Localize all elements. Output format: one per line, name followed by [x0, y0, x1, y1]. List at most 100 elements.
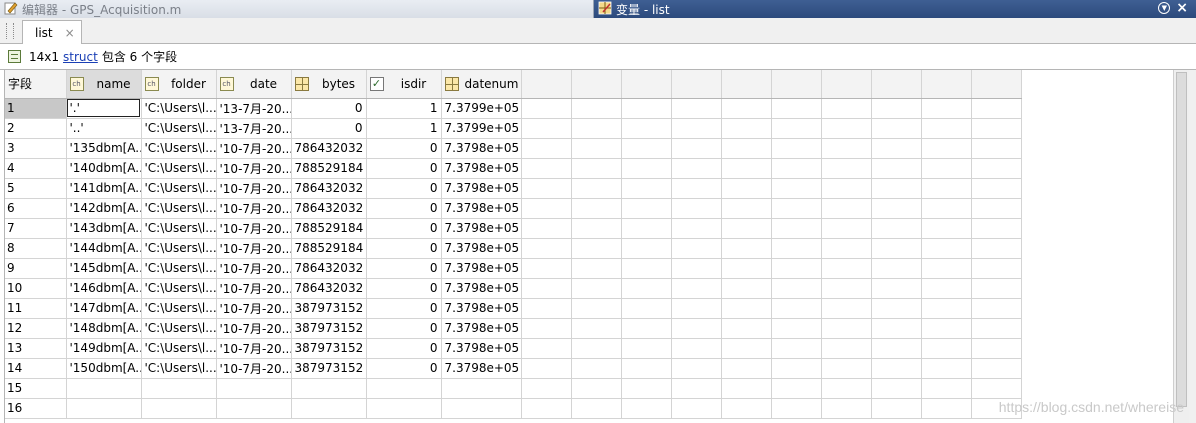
cell-name[interactable]: '147dbm[A...	[66, 298, 142, 319]
cell-empty[interactable]	[671, 318, 722, 339]
cell-empty[interactable]	[871, 258, 922, 279]
cell-empty[interactable]	[521, 238, 572, 259]
cell-empty[interactable]	[521, 278, 572, 299]
row-index[interactable]: 5	[5, 178, 67, 199]
cell-datenum[interactable]: 7.3798e+05	[441, 338, 522, 359]
cell-empty[interactable]	[671, 238, 722, 259]
cell-empty[interactable]	[571, 118, 622, 139]
cell-empty[interactable]	[571, 338, 622, 359]
cell-empty[interactable]	[971, 198, 1022, 219]
row-index[interactable]: 16	[5, 398, 67, 419]
cell-datenum[interactable]	[441, 398, 522, 419]
drag-grip-icon[interactable]	[6, 23, 14, 39]
cell-folder[interactable]: 'C:\Users\l...	[141, 278, 217, 299]
cell-empty[interactable]	[921, 378, 972, 399]
scrollbar-thumb[interactable]	[1176, 72, 1187, 407]
tab-close-icon[interactable]: ×	[65, 26, 75, 40]
cell-empty[interactable]	[921, 178, 972, 199]
cell-empty[interactable]	[671, 278, 722, 299]
cell-empty[interactable]	[521, 158, 572, 179]
cell-empty[interactable]	[821, 258, 872, 279]
cell-date[interactable]: '10-7月-20...	[216, 338, 292, 359]
column-header-isdir[interactable]: ✓ isdir	[366, 70, 442, 99]
cell-empty[interactable]	[821, 278, 872, 299]
row-index[interactable]: 3	[5, 138, 67, 159]
cell-date[interactable]: '13-7月-20...	[216, 118, 292, 139]
cell-empty[interactable]	[571, 238, 622, 259]
cell-empty[interactable]	[571, 218, 622, 239]
cell-name[interactable]: '145dbm[A...	[66, 258, 142, 279]
cell-name[interactable]: '141dbm[A...	[66, 178, 142, 199]
cell-name[interactable]: '142dbm[A...	[66, 198, 142, 219]
cell-empty[interactable]	[821, 178, 872, 199]
cell-empty[interactable]	[621, 258, 672, 279]
panel-menu-icon[interactable]: ▼	[1158, 2, 1171, 14]
cell-folder[interactable]: 'C:\Users\l...	[141, 158, 217, 179]
cell-empty[interactable]	[821, 298, 872, 319]
cell-empty[interactable]	[971, 278, 1022, 299]
cell-empty[interactable]	[721, 198, 772, 219]
row-index[interactable]: 8	[5, 238, 67, 259]
cell-empty[interactable]	[571, 98, 622, 119]
cell-empty[interactable]	[521, 258, 572, 279]
cell-empty[interactable]	[821, 218, 872, 239]
cell-folder[interactable]: 'C:\Users\l...	[141, 198, 217, 219]
cell-empty[interactable]	[921, 358, 972, 379]
editor-title-bar[interactable]: 编辑器 - GPS_Acquisition.m	[0, 0, 594, 18]
close-icon[interactable]: ×	[1176, 1, 1188, 15]
cell-date[interactable]: '13-7月-20...	[216, 98, 292, 119]
table-row[interactable]: 4'140dbm[A... 'C:\Users\l... '10-7月-20... 7…	[5, 158, 1022, 179]
cell-empty[interactable]	[571, 358, 622, 379]
cell-empty[interactable]	[971, 158, 1022, 179]
cell-empty[interactable]	[821, 198, 872, 219]
cell-empty[interactable]	[521, 218, 572, 239]
cell-isdir[interactable]: 0	[366, 358, 442, 379]
cell-name[interactable]: '140dbm[A...	[66, 158, 142, 179]
cell-datenum[interactable]: 7.3798e+05	[441, 358, 522, 379]
cell-empty[interactable]	[821, 238, 872, 259]
cell-bytes[interactable]: 387973152	[291, 318, 367, 339]
cell-folder[interactable]: 'C:\Users\l...	[141, 338, 217, 359]
table-row[interactable]: 9'145dbm[A... 'C:\Users\l... '10-7月-20... 7…	[5, 258, 1022, 279]
tab-list[interactable]: list ×	[22, 20, 82, 44]
cell-empty[interactable]	[821, 358, 872, 379]
cell-empty[interactable]	[871, 358, 922, 379]
cell-empty[interactable]	[871, 138, 922, 159]
column-header-date[interactable]: ch date	[216, 70, 292, 99]
table-row[interactable]: 14'150dbm[A... 'C:\Users\l... '10-7月-20...…	[5, 358, 1022, 379]
cell-datenum[interactable]: 7.3798e+05	[441, 198, 522, 219]
row-index[interactable]: 4	[5, 158, 67, 179]
cell-empty[interactable]	[921, 298, 972, 319]
cell-empty[interactable]	[721, 378, 772, 399]
cell-empty[interactable]	[721, 358, 772, 379]
cell-bytes[interactable]: 788529184	[291, 218, 367, 239]
cell-date[interactable]: '10-7月-20...	[216, 258, 292, 279]
cell-empty[interactable]	[771, 218, 822, 239]
cell-name[interactable]: '144dbm[A...	[66, 238, 142, 259]
cell-empty[interactable]	[921, 238, 972, 259]
cell-empty[interactable]	[621, 238, 672, 259]
cell-empty[interactable]	[621, 158, 672, 179]
cell-folder[interactable]: 'C:\Users\l...	[141, 138, 217, 159]
cell-isdir[interactable]: 0	[366, 158, 442, 179]
cell-isdir[interactable]: 0	[366, 258, 442, 279]
column-header-empty[interactable]	[521, 70, 572, 99]
column-header-name[interactable]: ch name	[66, 70, 142, 99]
cell-empty[interactable]	[521, 338, 572, 359]
cell-bytes[interactable]: 786432032	[291, 138, 367, 159]
cell-empty[interactable]	[721, 118, 772, 139]
cell-folder[interactable]: 'C:\Users\l...	[141, 258, 217, 279]
cell-empty[interactable]	[521, 118, 572, 139]
row-index[interactable]: 13	[5, 338, 67, 359]
cell-empty[interactable]	[871, 398, 922, 419]
cell-name[interactable]: '.'	[66, 98, 142, 119]
table-row[interactable]: 11'147dbm[A... 'C:\Users\l... '10-7月-20...…	[5, 298, 1022, 319]
column-header-empty[interactable]	[921, 70, 972, 99]
cell-bytes[interactable]	[291, 378, 367, 399]
cell-empty[interactable]	[821, 138, 872, 159]
cell-empty[interactable]	[621, 298, 672, 319]
cell-datenum[interactable]: 7.3798e+05	[441, 238, 522, 259]
cell-empty[interactable]	[971, 238, 1022, 259]
cell-empty[interactable]	[571, 398, 622, 419]
cell-empty[interactable]	[921, 218, 972, 239]
